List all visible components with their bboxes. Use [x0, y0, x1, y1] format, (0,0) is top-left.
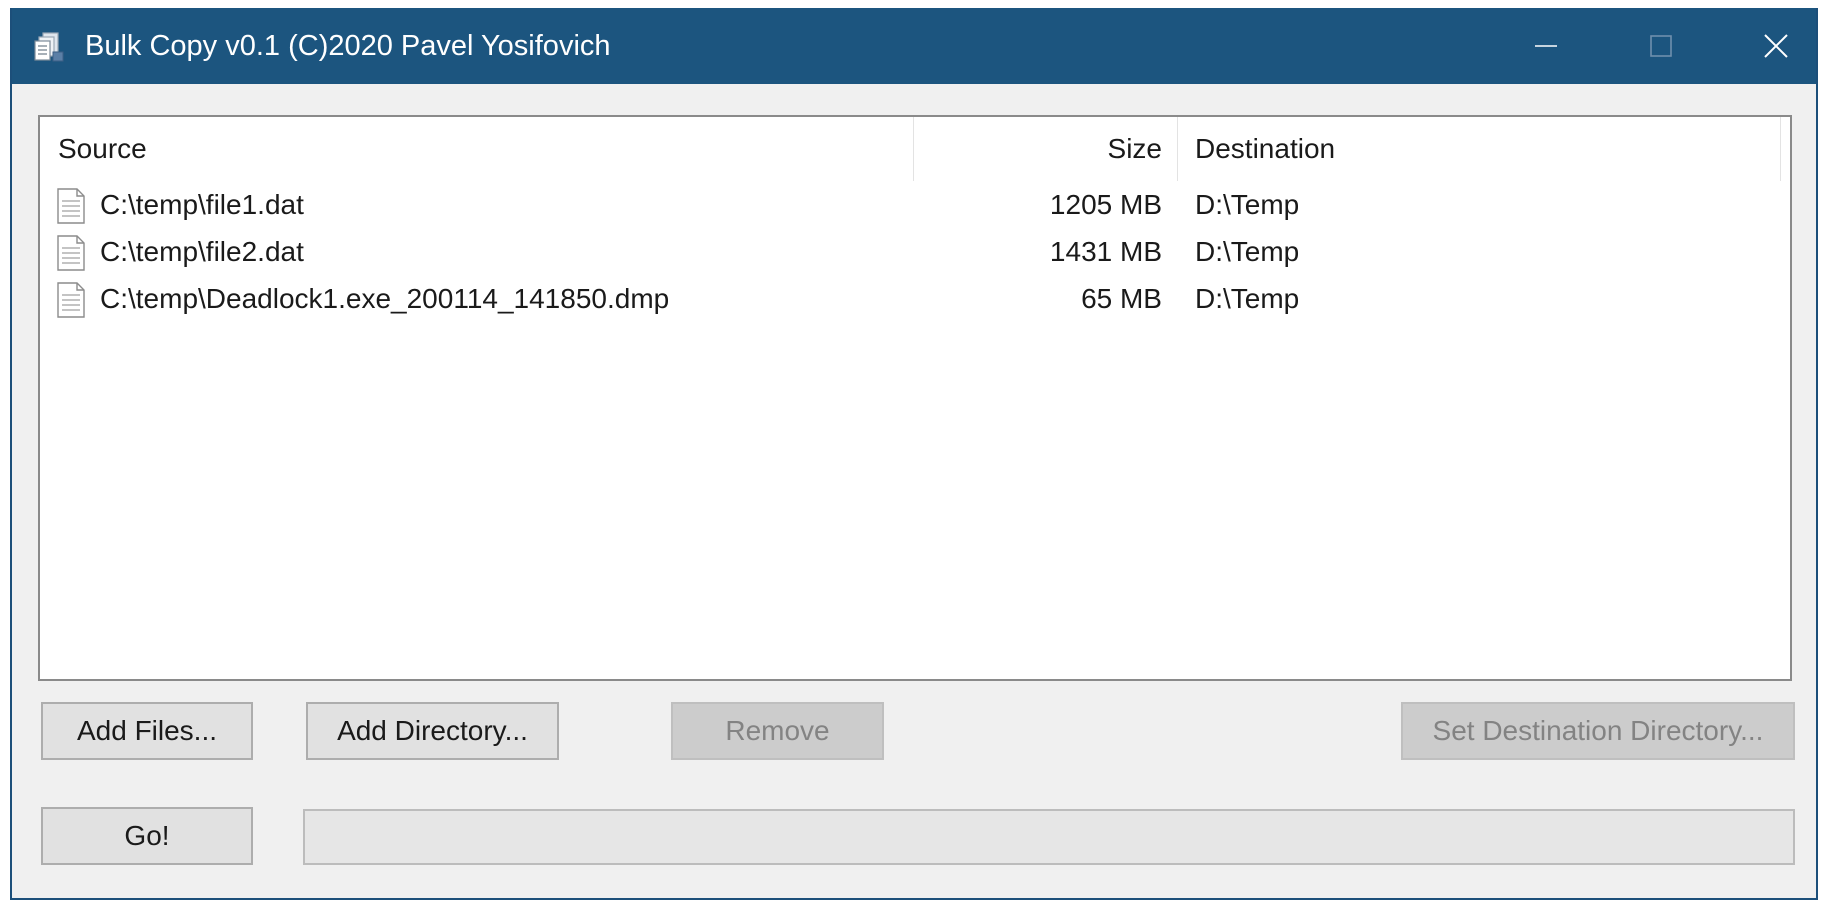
- copy-progress-bar: [303, 809, 1795, 865]
- minimize-button[interactable]: [1488, 8, 1603, 84]
- file-list[interactable]: Source Size Destination C:\temp\file1.da…: [38, 115, 1792, 681]
- add-directory-button[interactable]: Add Directory...: [306, 702, 559, 760]
- remove-button[interactable]: Remove: [671, 702, 884, 760]
- go-button[interactable]: Go!: [41, 807, 253, 865]
- column-divider[interactable]: [1780, 117, 1781, 181]
- minimize-icon: [1534, 45, 1557, 47]
- column-divider[interactable]: [1177, 117, 1178, 181]
- destination-path: D:\Temp: [1195, 236, 1300, 267]
- column-header-size[interactable]: Size: [1108, 117, 1162, 181]
- title-bar[interactable]: Bulk Copy v0.1 (C)2020 Pavel Yosifovich: [12, 8, 1816, 84]
- column-header-destination[interactable]: Destination: [1195, 117, 1335, 181]
- table-row[interactable]: C:\temp\file2.dat 1431 MB D:\Temp: [40, 228, 1790, 275]
- window-title: Bulk Copy v0.1 (C)2020 Pavel Yosifovich: [85, 30, 611, 62]
- source-path: C:\temp\Deadlock1.exe_200114_141850.dmp: [100, 283, 670, 314]
- add-files-button[interactable]: Add Files...: [41, 702, 253, 760]
- column-header-source[interactable]: Source: [58, 117, 147, 181]
- file-icon: [57, 235, 85, 271]
- file-icon: [57, 282, 85, 318]
- destination-path: D:\Temp: [1195, 283, 1300, 314]
- maximize-icon: [1649, 35, 1672, 57]
- close-button[interactable]: [1718, 8, 1816, 84]
- set-destination-directory-button[interactable]: Set Destination Directory...: [1401, 702, 1795, 760]
- table-row[interactable]: C:\temp\Deadlock1.exe_200114_141850.dmp …: [40, 275, 1790, 322]
- file-size: 65 MB: [1081, 283, 1162, 314]
- close-icon: [1763, 34, 1788, 58]
- copy-files-icon: [34, 32, 64, 62]
- table-row[interactable]: C:\temp\file1.dat 1205 MB D:\Temp: [40, 181, 1790, 228]
- app-window: Bulk Copy v0.1 (C)2020 Pavel Yosifovich …: [10, 8, 1818, 900]
- column-divider[interactable]: [913, 117, 914, 181]
- list-header: Source Size Destination: [40, 117, 1790, 181]
- maximize-button[interactable]: [1603, 8, 1718, 84]
- list-rows: C:\temp\file1.dat 1205 MB D:\Temp C:\tem…: [40, 181, 1790, 322]
- source-path: C:\temp\file2.dat: [100, 236, 304, 267]
- file-size: 1205 MB: [1049, 189, 1162, 220]
- destination-path: D:\Temp: [1195, 189, 1300, 220]
- file-size: 1431 MB: [1049, 236, 1162, 267]
- file-icon: [57, 188, 85, 224]
- source-path: C:\temp\file1.dat: [100, 189, 304, 220]
